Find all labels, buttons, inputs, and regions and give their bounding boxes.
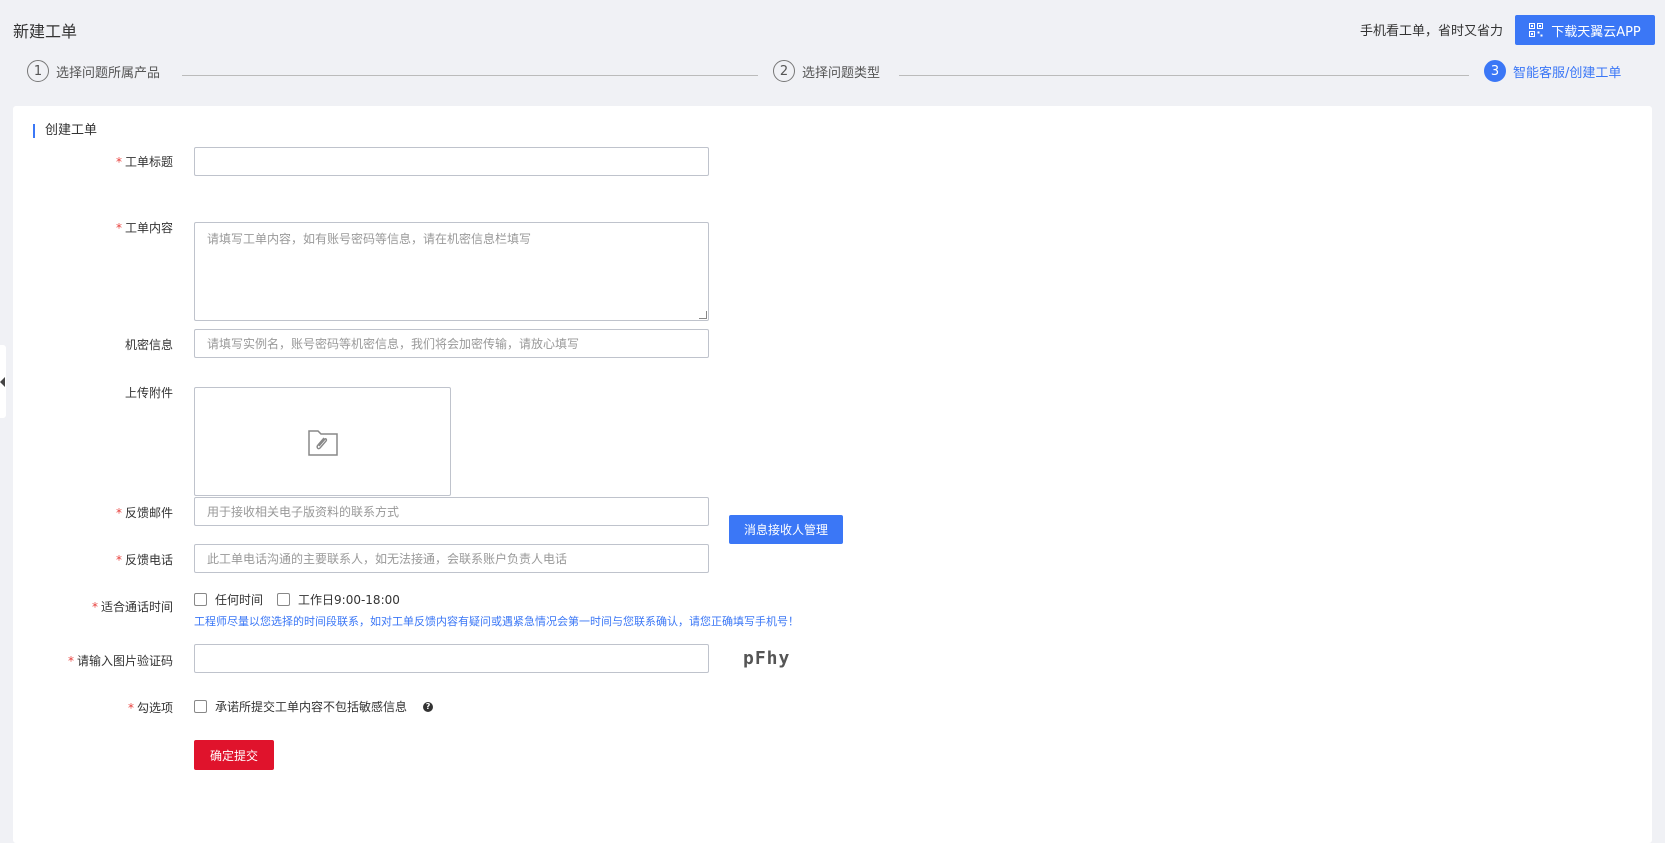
required-mark: * xyxy=(67,654,74,668)
promo-text: 手机看工单，省时又省力 xyxy=(1359,24,1503,39)
step-2-number: 2 xyxy=(773,60,795,82)
qr-code-icon xyxy=(1529,23,1544,37)
call-time-notice: 工程师尽量以您选择的时间段联系，如对工单反馈内容有疑问或遇紧急情况会第一时间与您… xyxy=(194,615,799,628)
step-3-number: 3 xyxy=(1484,60,1506,82)
step-2: 2 选择问题类型 xyxy=(773,60,880,82)
step-indicator: 1 选择问题所属产品 2 选择问题类型 3 智能客服/创建工单 xyxy=(0,60,1665,90)
captcha-label: * 请输入图片验证码 xyxy=(67,654,173,668)
ticket-content-textarea[interactable]: 请填写工单内容，如有账号密码等信息，请在机密信息栏填写 xyxy=(194,222,709,321)
secret-info-input[interactable]: 请填写实例名，账号密码等机密信息，我们将会加密传输，请放心填写 xyxy=(194,329,709,358)
required-mark: * xyxy=(115,506,122,520)
agreement-text: 承诺所提交工单内容不包括敏感信息 xyxy=(215,700,408,714)
collapse-arrow-icon xyxy=(0,377,5,387)
sidebar-collapse-handle[interactable] xyxy=(0,345,6,418)
step-1-number: 1 xyxy=(27,60,49,82)
step-connector xyxy=(182,75,758,76)
workday-checkbox[interactable] xyxy=(277,593,291,606)
agreement-checkbox[interactable] xyxy=(194,700,207,713)
required-mark: * xyxy=(115,155,122,169)
call-time-options: 任何时间 工作日9:00-18:00 xyxy=(194,591,400,608)
secret-info-label: 机密信息 xyxy=(124,338,173,352)
recipient-management-button[interactable]: 消息接收人管理 xyxy=(729,515,843,544)
agreement-row: 承诺所提交工单内容不包括敏感信息 ? xyxy=(194,698,434,715)
feedback-phone-label: * 反馈电话 xyxy=(115,553,173,567)
attachment-label: 上传附件 xyxy=(124,386,173,400)
step-3-label: 智能客服/创建工单 xyxy=(1513,65,1622,81)
download-app-label: 下载天翼云APP xyxy=(1551,24,1641,40)
resize-grip-icon[interactable] xyxy=(699,311,707,319)
step-2-label: 选择问题类型 xyxy=(802,65,881,81)
any-time-checkbox[interactable] xyxy=(194,593,207,606)
ticket-content-placeholder: 请填写工单内容，如有账号密码等信息，请在机密信息栏填写 xyxy=(207,232,532,246)
top-bar: 新建工单 手机看工单，省时又省力 下载天翼云APP xyxy=(0,0,1665,58)
page-title: 新建工单 xyxy=(13,22,78,41)
call-time-label: * 适合通话时间 xyxy=(91,600,173,614)
ticket-title-label: * 工单标题 xyxy=(115,155,173,169)
ticket-title-input[interactable] xyxy=(194,147,709,176)
feedback-email-input[interactable]: 用于接收相关电子版资料的联系方式 xyxy=(194,497,709,526)
required-mark: * xyxy=(91,600,98,614)
required-mark: * xyxy=(127,701,134,715)
required-mark: * xyxy=(115,553,122,567)
create-ticket-form: 创建工单 * 工单标题 * 工单内容 请填写工单内容，如有账号密码等信息，请在机密信… xyxy=(13,106,1652,843)
step-1: 1 选择问题所属产品 xyxy=(27,60,160,82)
section-title: 创建工单 xyxy=(33,124,97,138)
feedback-phone-input[interactable]: 此工单电话沟通的主要联系人，如无法接通，会联系账户负责人电话 xyxy=(194,544,709,573)
attachment-upload-area[interactable] xyxy=(194,387,451,496)
submit-button[interactable]: 确定提交 xyxy=(194,740,274,770)
download-app-button[interactable]: 下载天翼云APP xyxy=(1515,15,1655,45)
any-time-label: 任何时间 xyxy=(215,593,264,607)
captcha-image[interactable]: pFhy xyxy=(743,644,823,672)
captcha-input[interactable] xyxy=(194,644,709,673)
agreement-label: * 勾选项 xyxy=(127,701,173,715)
step-connector xyxy=(899,75,1469,76)
required-mark: * xyxy=(115,221,122,235)
workday-label: 工作日9:00-18:00 xyxy=(298,593,400,607)
attachment-folder-icon xyxy=(307,429,338,456)
feedback-email-label: * 反馈邮件 xyxy=(115,506,173,520)
help-icon[interactable]: ? xyxy=(423,701,434,712)
ticket-content-label: * 工单内容 xyxy=(115,221,173,235)
step-1-label: 选择问题所属产品 xyxy=(56,65,161,81)
step-3: 3 智能客服/创建工单 xyxy=(1484,60,1621,82)
